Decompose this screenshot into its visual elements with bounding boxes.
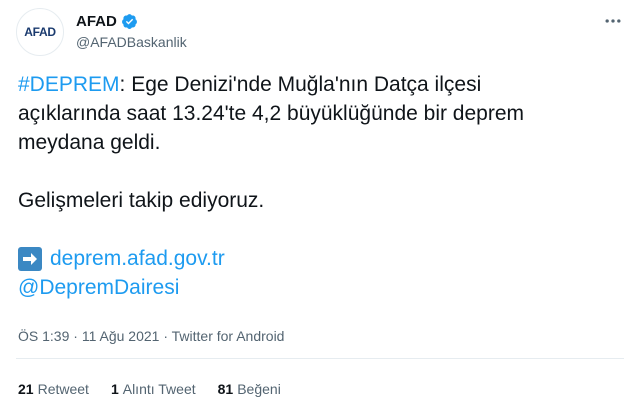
- display-name[interactable]: AFAD: [76, 13, 117, 30]
- avatar[interactable]: AFAD: [16, 8, 64, 56]
- retweets-stat[interactable]: 21 Retweet: [18, 381, 89, 397]
- avatar-logo-text: AFAD: [24, 25, 56, 39]
- tweet-text: #DEPREM: Ege Denizi'nde Muğla'nın Datça …: [18, 70, 624, 302]
- mention-link[interactable]: @DepremDairesi: [18, 276, 179, 299]
- likes-label: Beğeni: [237, 381, 281, 397]
- retweets-count: 21: [18, 381, 34, 397]
- right-arrow-icon: [18, 246, 42, 271]
- divider: [16, 358, 624, 359]
- quotes-stat[interactable]: 1 Alıntı Tweet: [111, 381, 196, 397]
- tweet-date[interactable]: 11 Ağu 2021: [82, 328, 160, 344]
- tweet-line-3: meydana geldi.: [18, 131, 161, 154]
- more-options-icon[interactable]: [602, 10, 624, 32]
- hashtag-link[interactable]: #DEPREM: [18, 73, 120, 96]
- tweet-source[interactable]: Twitter for Android: [172, 328, 285, 344]
- link-line: deprem.afad.gov.tr: [18, 244, 624, 273]
- engagement-stats: 21 Retweet 1 Alıntı Tweet 81 Beğeni: [18, 381, 303, 397]
- author-block: AFAD @AFADBaskanlik: [76, 11, 187, 51]
- tweet-line-2: açıklarında saat 13.24'te 4,2 büyüklüğün…: [18, 102, 525, 125]
- likes-count: 81: [217, 381, 234, 397]
- meta-separator: ·: [69, 328, 82, 344]
- quotes-count: 1: [110, 381, 119, 397]
- retweets-label: Retweet: [37, 381, 89, 397]
- tweet-header: AFAD AFAD @AFADBaskanlik: [16, 8, 624, 58]
- tweet-meta: ÖS 1:39 · 11 Ağu 2021 · Twitter for Andr…: [18, 328, 284, 344]
- verified-badge-icon: [121, 13, 138, 30]
- tweet-line-1-text: : Ege Denizi'nde Muğla'nın Datça ilçesi: [119, 73, 482, 96]
- quotes-label: Alıntı Tweet: [122, 381, 196, 397]
- tweet-line-1: #DEPREM: Ege Denizi'nde Muğla'nın Datça …: [18, 70, 624, 99]
- meta-separator: ·: [159, 328, 172, 344]
- website-link[interactable]: deprem.afad.gov.tr: [50, 244, 225, 273]
- likes-stat[interactable]: 81 Beğeni: [218, 381, 281, 397]
- tweet-line-4: Gelişmeleri takip ediyoruz.: [18, 189, 265, 212]
- mention-line: @DepremDairesi: [18, 273, 624, 302]
- name-line: AFAD: [76, 11, 187, 31]
- tweet-time[interactable]: ÖS 1:39: [18, 328, 69, 344]
- user-handle[interactable]: @AFADBaskanlik: [76, 34, 187, 50]
